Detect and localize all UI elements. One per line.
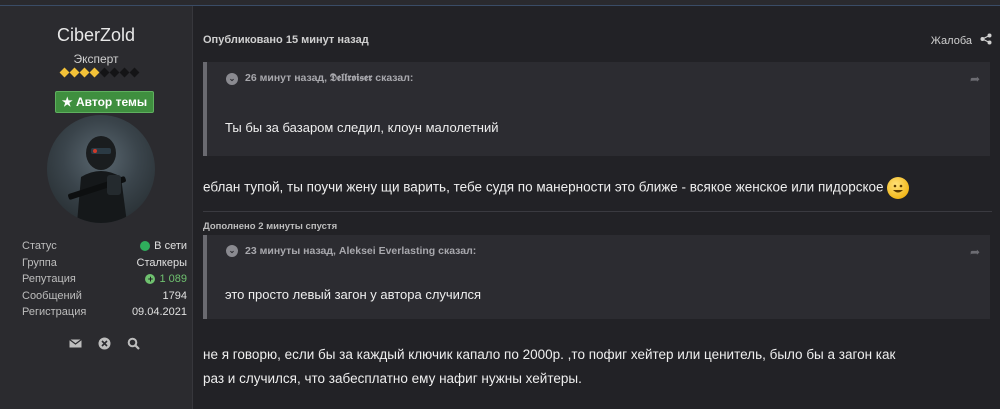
rank-diamond-icon [119,67,130,78]
quote-text: это просто левый загон у автора случился [225,287,482,302]
chevron-down-icon[interactable]: ⌄ [226,72,238,85]
stat-group: Группа Сталкеры [22,256,187,269]
envelope-icon[interactable] [69,337,82,350]
chevron-down-icon[interactable]: ⌄ [226,245,238,257]
author-stats: Статус В сети Группа Сталкеры Репутация … [22,238,187,321]
star-icon: ★ [61,95,73,109]
reply-text-1: еблан тупой, ты поучи жену щи варить, те… [203,177,910,199]
stat-posts: Сообщений 1794 [22,289,187,302]
author-panel: CiberZold Эксперт ★ Автор темы Статус В … [0,6,193,409]
author-rank-title: Эксперт [73,52,119,66]
rank-diamond-icon [129,67,140,78]
close-icon[interactable] [98,337,111,350]
rank-diamond-icon [79,67,90,78]
report-button[interactable]: Жалоба [931,33,992,48]
share-arrow-icon[interactable]: ➦ [970,245,980,259]
quote-block-1: ⌄ 26 минут назад, 𝕯𝖊𝖑𝖑𝖗𝖔𝖎𝖘𝖊𝖗 сказал: ➦ Т… [203,62,990,156]
quote-header[interactable]: ⌄ 26 минут назад, 𝕯𝖊𝖑𝖑𝖗𝖔𝖎𝖘𝖊𝖗 сказал: [226,72,413,85]
rank-diamond-icon [89,67,100,78]
edit-note: Дополнено 2 минуты спустя [203,221,338,232]
quote-header[interactable]: ⌄ 23 минуты назад, Aleksei Everlasting с… [226,245,476,257]
post-content: Опубликовано 15 минут назад Жалоба ⌄ 26 … [193,6,1000,409]
stat-status: Статус В сети [22,240,187,252]
rank-diamonds [59,67,140,78]
author-actions [69,337,140,350]
divider [203,211,992,212]
quote-block-2: ⌄ 23 минуты назад, Aleksei Everlasting с… [203,235,990,319]
reply-text-2: не я говорю, если бы за каждый ключик ка… [203,347,896,386]
stat-registered: Регистрация 09.04.2021 [22,306,187,318]
rank-diamond-icon [99,67,110,78]
share-icon[interactable] [980,33,992,48]
rank-diamond-icon [69,67,80,78]
soldier-avatar-image [68,136,127,223]
search-icon[interactable] [127,337,140,350]
quote-text: Ты бы за базаром следил, клоун малолетни… [225,120,499,135]
plus-icon: + [145,274,156,285]
topic-author-badge: ★ Автор темы [55,91,154,113]
grin-emoji-icon [887,177,910,199]
online-status-icon [140,241,151,252]
rank-diamond-icon [109,67,120,78]
post-timestamp[interactable]: Опубликовано 15 минут назад [203,34,369,46]
author-name[interactable]: CiberZold [0,25,192,46]
avatar[interactable] [47,115,155,223]
rank-diamond-icon [59,67,70,78]
stat-reputation: Репутация +1 089 [22,273,187,285]
share-arrow-icon[interactable]: ➦ [970,72,980,86]
